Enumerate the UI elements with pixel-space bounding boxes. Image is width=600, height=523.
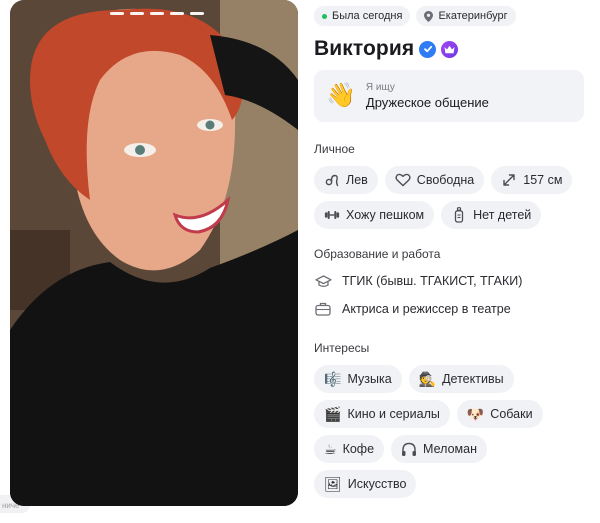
online-dot-icon (322, 13, 327, 19)
interest-label: Меломан (423, 442, 477, 456)
education-text: ТГИК (бывш. ТГАКИСТ, ТГАКИ) (342, 274, 523, 288)
briefcase-icon (314, 302, 332, 316)
heart-icon (395, 172, 411, 188)
personal-section-title: Личное (314, 142, 355, 156)
chip-zodiac: Лев (314, 166, 378, 194)
location-text: Екатеринбург (438, 10, 508, 22)
dumbbell-icon (324, 207, 340, 223)
dog-icon: 🐶 (466, 406, 485, 422)
interest-label: Искусство (347, 477, 407, 491)
photo-illustration (10, 0, 298, 506)
headphones-icon (401, 441, 417, 457)
interest-chip: 🖼 Искусство (314, 470, 417, 498)
interest-label: Детективы (442, 372, 504, 386)
photo-pager (110, 12, 204, 15)
education-row: ТГИК (бывш. ТГАКИСТ, ТГАКИ) (314, 267, 594, 295)
zodiac-leo-icon (324, 172, 340, 188)
graduation-cap-icon (314, 274, 332, 288)
interest-chip: 🎼 Музыка (314, 365, 402, 393)
interest-chip: Меломан (391, 435, 487, 463)
chip-children-label: Нет детей (473, 208, 532, 222)
interests-chips: 🎼 Музыка 🕵 Детективы 🎬 Кино и сериалы 🐶 … (314, 365, 554, 498)
chip-relationship: Свободна (384, 166, 485, 194)
status-row: Была сегодня Екатеринбург (314, 6, 594, 26)
work-text: Актриса и режиссер в театре (342, 302, 511, 316)
online-status-badge: Была сегодня (314, 6, 411, 26)
name-row: Виктория (314, 36, 594, 62)
chip-height: 157 см (491, 166, 573, 194)
interest-chip: 🐶 Собаки (456, 400, 543, 428)
framed-picture-icon: 🖼 (324, 476, 342, 492)
location-pin-icon (424, 10, 434, 22)
bottle-icon (451, 207, 467, 223)
online-status-text: Была сегодня (332, 10, 403, 22)
crown-icon[interactable] (441, 40, 459, 58)
interest-label: Кино и сериалы (347, 407, 440, 421)
chip-height-label: 157 см (523, 173, 563, 187)
interest-label: Собаки (490, 407, 533, 421)
interest-label: Музыка (347, 372, 392, 386)
interest-chip: ☕ Кофе (314, 435, 385, 463)
education-section-title: Образование и работа (314, 247, 441, 261)
location-badge: Екатеринбург (416, 6, 516, 26)
profile-photo[interactable] (10, 0, 298, 506)
detective-icon: 🕵 (418, 371, 437, 387)
looking-for-value: Дружеское общение (365, 95, 489, 110)
personal-chips: Лев Свободна 157 см Хожу пешком Нет дете… (314, 166, 594, 229)
looking-for-label: Я ищу (365, 82, 395, 93)
verified-icon[interactable] (419, 40, 437, 58)
looking-for-card: 👋 Я ищу Дружеское общение (314, 70, 584, 122)
chip-children: Нет детей (441, 201, 542, 229)
chip-sport-label: Хожу пешком (346, 208, 425, 222)
music-notes-icon: 🎼 (324, 371, 342, 387)
height-arrows-icon (501, 172, 517, 188)
profile-info-panel: Была сегодня Екатеринбург Виктория 👋 Я и… (314, 6, 594, 498)
chip-zodiac-label: Лев (346, 173, 368, 187)
education-work-list: ТГИК (бывш. ТГАКИСТ, ТГАКИ) Актриса и ре… (314, 267, 594, 323)
interest-chip: 🎬 Кино и сериалы (314, 400, 450, 428)
coffee-icon: ☕ (324, 441, 337, 457)
waving-hand-icon: 👋 (326, 82, 356, 109)
chip-relationship-label: Свободна (416, 173, 475, 187)
work-row: Актриса и режиссер в театре (314, 295, 594, 323)
interest-label: Кофе (342, 442, 375, 456)
interest-chip: 🕵 Детективы (408, 365, 514, 393)
chip-sport: Хожу пешком (314, 201, 435, 229)
clapperboard-icon: 🎬 (324, 406, 342, 422)
profile-name: Виктория (314, 37, 415, 60)
interests-section-title: Интересы (314, 341, 370, 355)
